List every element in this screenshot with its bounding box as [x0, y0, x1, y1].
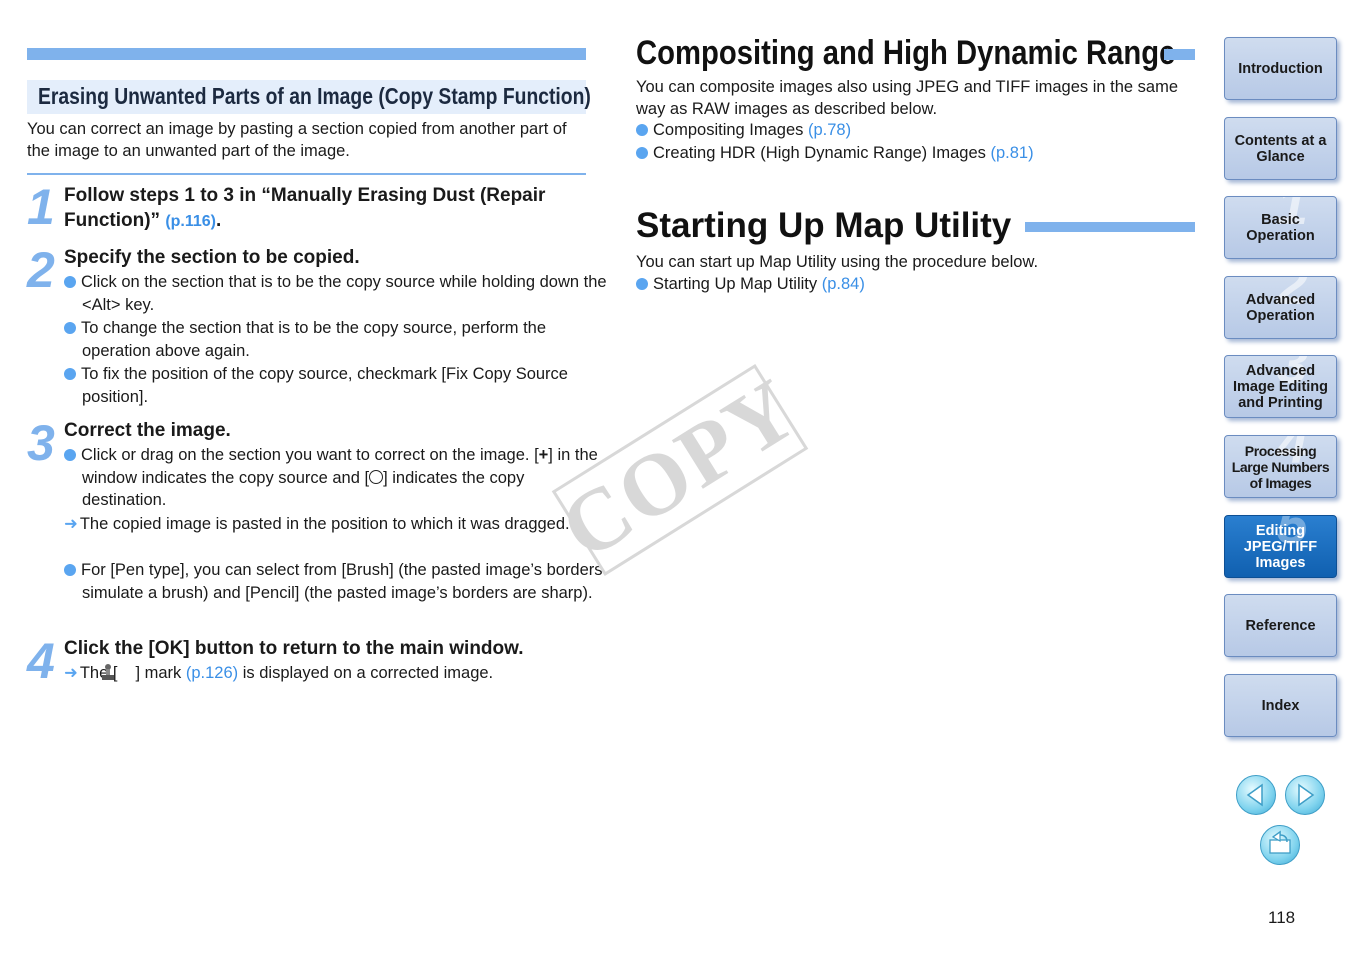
section-heading-bg: Erasing Unwanted Parts of an Image (Copy… [27, 80, 591, 114]
nav-advanced-editing[interactable]: 3 Advanced Image Editing and Printing [1224, 355, 1337, 418]
heading-compositing: Compositing and High Dynamic Range [636, 34, 1176, 72]
step-4-link[interactable]: (p.126) [186, 664, 238, 682]
compositing-intro: You can composite images also using JPEG… [636, 78, 1179, 118]
bullet-icon [64, 564, 76, 576]
nav-reference[interactable]: Reference [1224, 594, 1337, 657]
next-page-button[interactable] [1285, 775, 1325, 815]
step-divider [27, 173, 586, 175]
section-heading: Erasing Unwanted Parts of an Image (Copy… [38, 83, 591, 109]
nav-index[interactable]: Index [1224, 674, 1337, 737]
step-2-item-3: To fix the position of the copy source, … [64, 363, 607, 408]
copy-destination-circle-icon [369, 469, 384, 484]
nav-basic-operation[interactable]: 1 Basic Operation [1224, 196, 1337, 259]
step-2-item-1: Click on the section that is to be the c… [64, 271, 607, 316]
nav-processing[interactable]: 4 Processing Large Numbers of Images [1224, 435, 1337, 498]
bullet-icon [636, 147, 648, 159]
step-title-1: Follow steps 1 to 3 in “Manually Erasing… [64, 183, 589, 234]
section-intro: You can correct an image by pasting a se… [27, 120, 567, 160]
step-1-link[interactable]: (p.116) [165, 213, 216, 230]
compositing-item-2: Creating HDR (High Dynamic Range) Images… [636, 142, 1034, 164]
step-3-item-2: For [Pen type], you can select from [Bru… [64, 559, 607, 604]
step-2-item-2: To change the section that is to be the … [64, 317, 607, 362]
compositing-item-1: Compositing Images (p.78) [636, 119, 851, 141]
heading-rule-compositing [1164, 49, 1195, 60]
step-3-arrow-result: ➜ The copied image is pasted in the posit… [64, 515, 570, 533]
stamp-mark-icon [102, 663, 133, 681]
step-number-4: 4 [27, 633, 55, 689]
step-4-arrow-result: ➜ The [] mark (p.126) is displayed on a c… [64, 663, 494, 682]
bullet-icon [64, 276, 76, 288]
return-button[interactable] [1260, 825, 1300, 865]
step-title-1-text: Follow steps 1 to 3 in “Manually Erasing… [64, 185, 546, 231]
step-3-item-1: Click or drag on the section you want to… [64, 444, 607, 512]
result-arrow-icon: ➜ [64, 664, 78, 682]
map-item-1: Starting Up Map Utility (p.84) [636, 273, 865, 295]
step-title-1-end: . [216, 210, 222, 231]
heading-rule-map [1025, 222, 1195, 232]
bullet-icon [636, 278, 648, 290]
compositing-link-2[interactable]: (p.81) [990, 144, 1033, 162]
bullet-icon [636, 124, 648, 136]
step-number-2: 2 [27, 242, 55, 298]
nav-introduction[interactable]: Introduction [1224, 37, 1337, 100]
bullet-icon [64, 449, 76, 461]
result-arrow-icon: ➜ [64, 515, 78, 533]
nav-editing-jpeg-tiff[interactable]: 5 Editing JPEG/TIFF Images [1224, 515, 1337, 578]
bullet-icon [64, 322, 76, 334]
heading-map-utility: Starting Up Map Utility [636, 206, 1012, 245]
compositing-link-1[interactable]: (p.78) [808, 121, 851, 139]
step-number-1: 1 [27, 179, 55, 235]
step-title-2: Specify the section to be copied. [64, 247, 360, 268]
top-rule [27, 48, 586, 60]
nav-contents[interactable]: Contents at a Glance [1224, 117, 1337, 180]
step-number-3: 3 [27, 415, 55, 471]
prev-page-button[interactable] [1236, 775, 1276, 815]
step-title-4: Click the [OK] button to return to the m… [64, 638, 524, 659]
left-triangle-icon [1246, 783, 1263, 807]
right-triangle-icon [1298, 783, 1315, 807]
page-number: 118 [1268, 908, 1296, 927]
map-link-1[interactable]: (p.84) [822, 275, 865, 293]
nav-advanced-operation[interactable]: 2 Advanced Operation [1224, 276, 1337, 339]
bullet-icon [64, 368, 76, 380]
copy-source-plus-icon: + [538, 446, 549, 464]
return-arrow-icon [1269, 830, 1291, 854]
step-title-3: Correct the image. [64, 420, 231, 441]
map-intro: You can start up Map Utility using the p… [636, 253, 1039, 271]
